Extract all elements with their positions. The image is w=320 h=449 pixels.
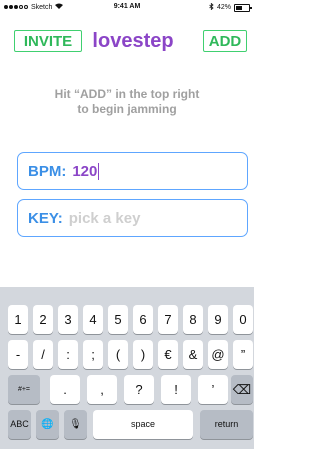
keyboard-row-4: ABC 🌐 🎙 space return bbox=[0, 410, 254, 440]
key-6[interactable]: 6 bbox=[133, 305, 153, 334]
key-quote[interactable]: ” bbox=[233, 340, 253, 369]
key-ampersand[interactable]: & bbox=[183, 340, 203, 369]
key-symbols-toggle[interactable]: #+= bbox=[8, 375, 40, 404]
key-close-paren[interactable]: ) bbox=[133, 340, 153, 369]
bpm-label: BPM: bbox=[28, 162, 67, 180]
key-field[interactable]: KEY: pick a key bbox=[17, 199, 248, 237]
text-caret bbox=[98, 162, 100, 180]
top-bar: INVITE lovestep ADD bbox=[0, 30, 254, 56]
key-8[interactable]: 8 bbox=[183, 305, 203, 334]
globe-icon[interactable]: 🌐 bbox=[36, 410, 59, 439]
hint-text: Hit “ADD” in the top right to begin jamm… bbox=[20, 87, 234, 117]
key-7[interactable]: 7 bbox=[158, 305, 178, 334]
hint-line-2: to begin jamming bbox=[77, 102, 177, 116]
keyboard: 1 2 3 4 5 6 7 8 9 0 - / : ; ( ) € & @ ” … bbox=[0, 287, 254, 449]
bpm-value[interactable]: 120 bbox=[72, 163, 97, 180]
key-semicolon[interactable]: ; bbox=[83, 340, 103, 369]
key-hyphen[interactable]: - bbox=[8, 340, 28, 369]
delete-key-icon[interactable]: ⌫ bbox=[231, 375, 253, 404]
bpm-field[interactable]: BPM: 120 bbox=[17, 152, 248, 190]
bluetooth-icon bbox=[209, 2, 214, 12]
key-3[interactable]: 3 bbox=[58, 305, 78, 334]
key-colon[interactable]: : bbox=[58, 340, 78, 369]
keyboard-row-1: 1 2 3 4 5 6 7 8 9 0 bbox=[0, 305, 254, 335]
key-comma[interactable]: , bbox=[87, 375, 117, 404]
key-period[interactable]: . bbox=[50, 375, 80, 404]
key-label: KEY: bbox=[28, 209, 63, 227]
battery-percent: 42% bbox=[216, 4, 231, 11]
key-apostrophe[interactable]: ’ bbox=[198, 375, 228, 404]
hint-line-1: Hit “ADD” in the top right bbox=[54, 87, 200, 101]
invite-button[interactable]: INVITE bbox=[14, 30, 82, 52]
keyboard-row-3: #+= . , ? ! ’ ⌫ bbox=[0, 375, 254, 405]
key-1[interactable]: 1 bbox=[8, 305, 28, 334]
key-slash[interactable]: / bbox=[33, 340, 53, 369]
keyboard-row-2: - / : ; ( ) € & @ ” bbox=[0, 340, 254, 370]
key-abc[interactable]: ABC bbox=[8, 410, 31, 439]
app-title: lovestep bbox=[92, 30, 174, 52]
key-4[interactable]: 4 bbox=[83, 305, 103, 334]
key-at[interactable]: @ bbox=[208, 340, 228, 369]
status-bar: Sketch 9:41 AM 42% bbox=[0, 0, 254, 14]
space-key[interactable]: space bbox=[93, 410, 193, 439]
key-0[interactable]: 0 bbox=[233, 305, 253, 334]
status-right: 42% bbox=[209, 2, 252, 12]
key-open-paren[interactable]: ( bbox=[108, 340, 128, 369]
key-5[interactable]: 5 bbox=[108, 305, 128, 334]
battery-icon bbox=[234, 3, 252, 12]
key-9[interactable]: 9 bbox=[208, 305, 228, 334]
key-2[interactable]: 2 bbox=[33, 305, 53, 334]
add-button[interactable]: ADD bbox=[203, 30, 247, 52]
key-euro[interactable]: € bbox=[158, 340, 178, 369]
key-question[interactable]: ? bbox=[124, 375, 154, 404]
microphone-icon[interactable]: 🎙 bbox=[64, 410, 87, 439]
key-exclamation[interactable]: ! bbox=[161, 375, 191, 404]
key-placeholder[interactable]: pick a key bbox=[69, 210, 141, 227]
return-key[interactable]: return bbox=[200, 410, 253, 439]
